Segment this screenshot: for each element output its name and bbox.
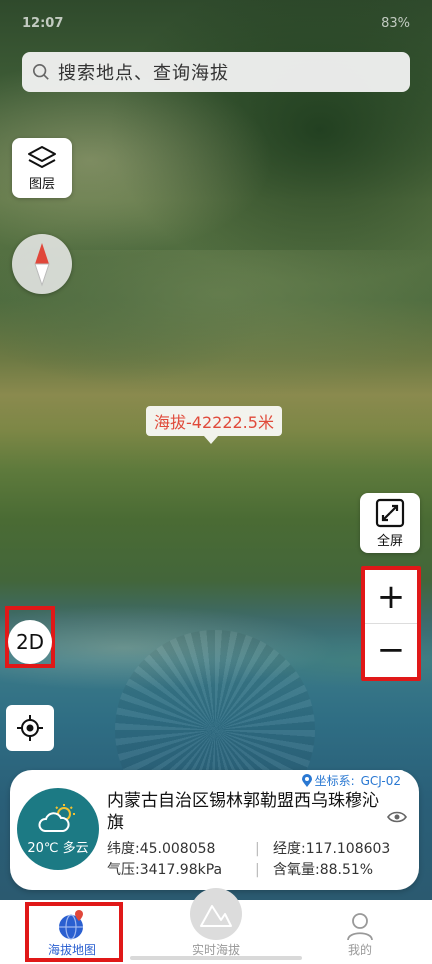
home-indicator: [130, 956, 302, 960]
latitude-value: 纬度:45.008058: [107, 841, 216, 857]
pressure-value: 气压:3417.98kPa: [107, 862, 223, 878]
search-placeholder: 搜索地点、查询海拔: [58, 63, 229, 84]
elevation-label: 海拔-42222.5米: [146, 406, 282, 444]
eye-icon[interactable]: [387, 810, 407, 824]
layers-icon: [28, 145, 56, 168]
address-text: 内蒙古自治区锡林郭勒盟西乌珠穆沁旗: [107, 791, 379, 833]
metric-divider: |: [255, 841, 260, 857]
status-time: 12:07: [22, 15, 64, 31]
search-bar[interactable]: 搜索地点、查询海拔: [22, 52, 410, 92]
nav-profile[interactable]: 我的: [288, 900, 432, 964]
map-view[interactable]: [0, 0, 432, 900]
coord-system-tag[interactable]: 坐标系: GCJ-02: [296, 770, 405, 791]
nav-highlight-outline: [25, 902, 123, 962]
location-info-card: 坐标系: GCJ-02 20℃ 多云 内蒙古自治区锡林郭勒盟西乌珠穆沁旗 纬度:…: [10, 770, 419, 890]
metric-divider: |: [255, 862, 260, 878]
zoom-out-button[interactable]: −: [365, 623, 417, 676]
coord-system-label: 坐标系:: [314, 774, 355, 788]
fullscreen-button[interactable]: 全屏: [360, 493, 420, 553]
nav-label: 我的: [347, 943, 372, 957]
weather-badge: 20℃ 多云: [17, 788, 99, 870]
user-icon: [347, 913, 373, 941]
2d-mode-button[interactable]: 2D: [8, 620, 52, 664]
location-pin-icon: [301, 773, 312, 787]
compass-button[interactable]: [12, 234, 72, 294]
zoom-in-button[interactable]: +: [365, 570, 417, 623]
battery-level: 83%: [381, 15, 410, 31]
fullscreen-icon: [375, 498, 405, 527]
coord-system-value: GCJ-02: [360, 773, 401, 788]
zoom-controls: + −: [361, 566, 421, 681]
locate-button[interactable]: [6, 705, 54, 751]
layers-label: 图层: [28, 176, 55, 192]
compass-icon: [34, 243, 50, 287]
oxygen-value: 含氧量:88.51%: [273, 862, 374, 878]
crosshair-icon: [17, 715, 43, 741]
longitude-value: 经度:117.108603: [273, 841, 391, 857]
fullscreen-label: 全屏: [376, 533, 403, 549]
location-metrics: 纬度:45.008058 | 经度:117.108603 气压:3417.98k…: [107, 839, 407, 881]
search-icon: [32, 63, 49, 80]
weather-text: 20℃ 多云: [27, 840, 89, 856]
status-bar: 12:07 83%: [0, 0, 432, 46]
mountain-icon: [200, 905, 232, 927]
realtime-altitude-button[interactable]: [190, 888, 242, 940]
layers-button[interactable]: 图层: [12, 138, 72, 198]
partly-cloudy-icon: [38, 803, 75, 832]
